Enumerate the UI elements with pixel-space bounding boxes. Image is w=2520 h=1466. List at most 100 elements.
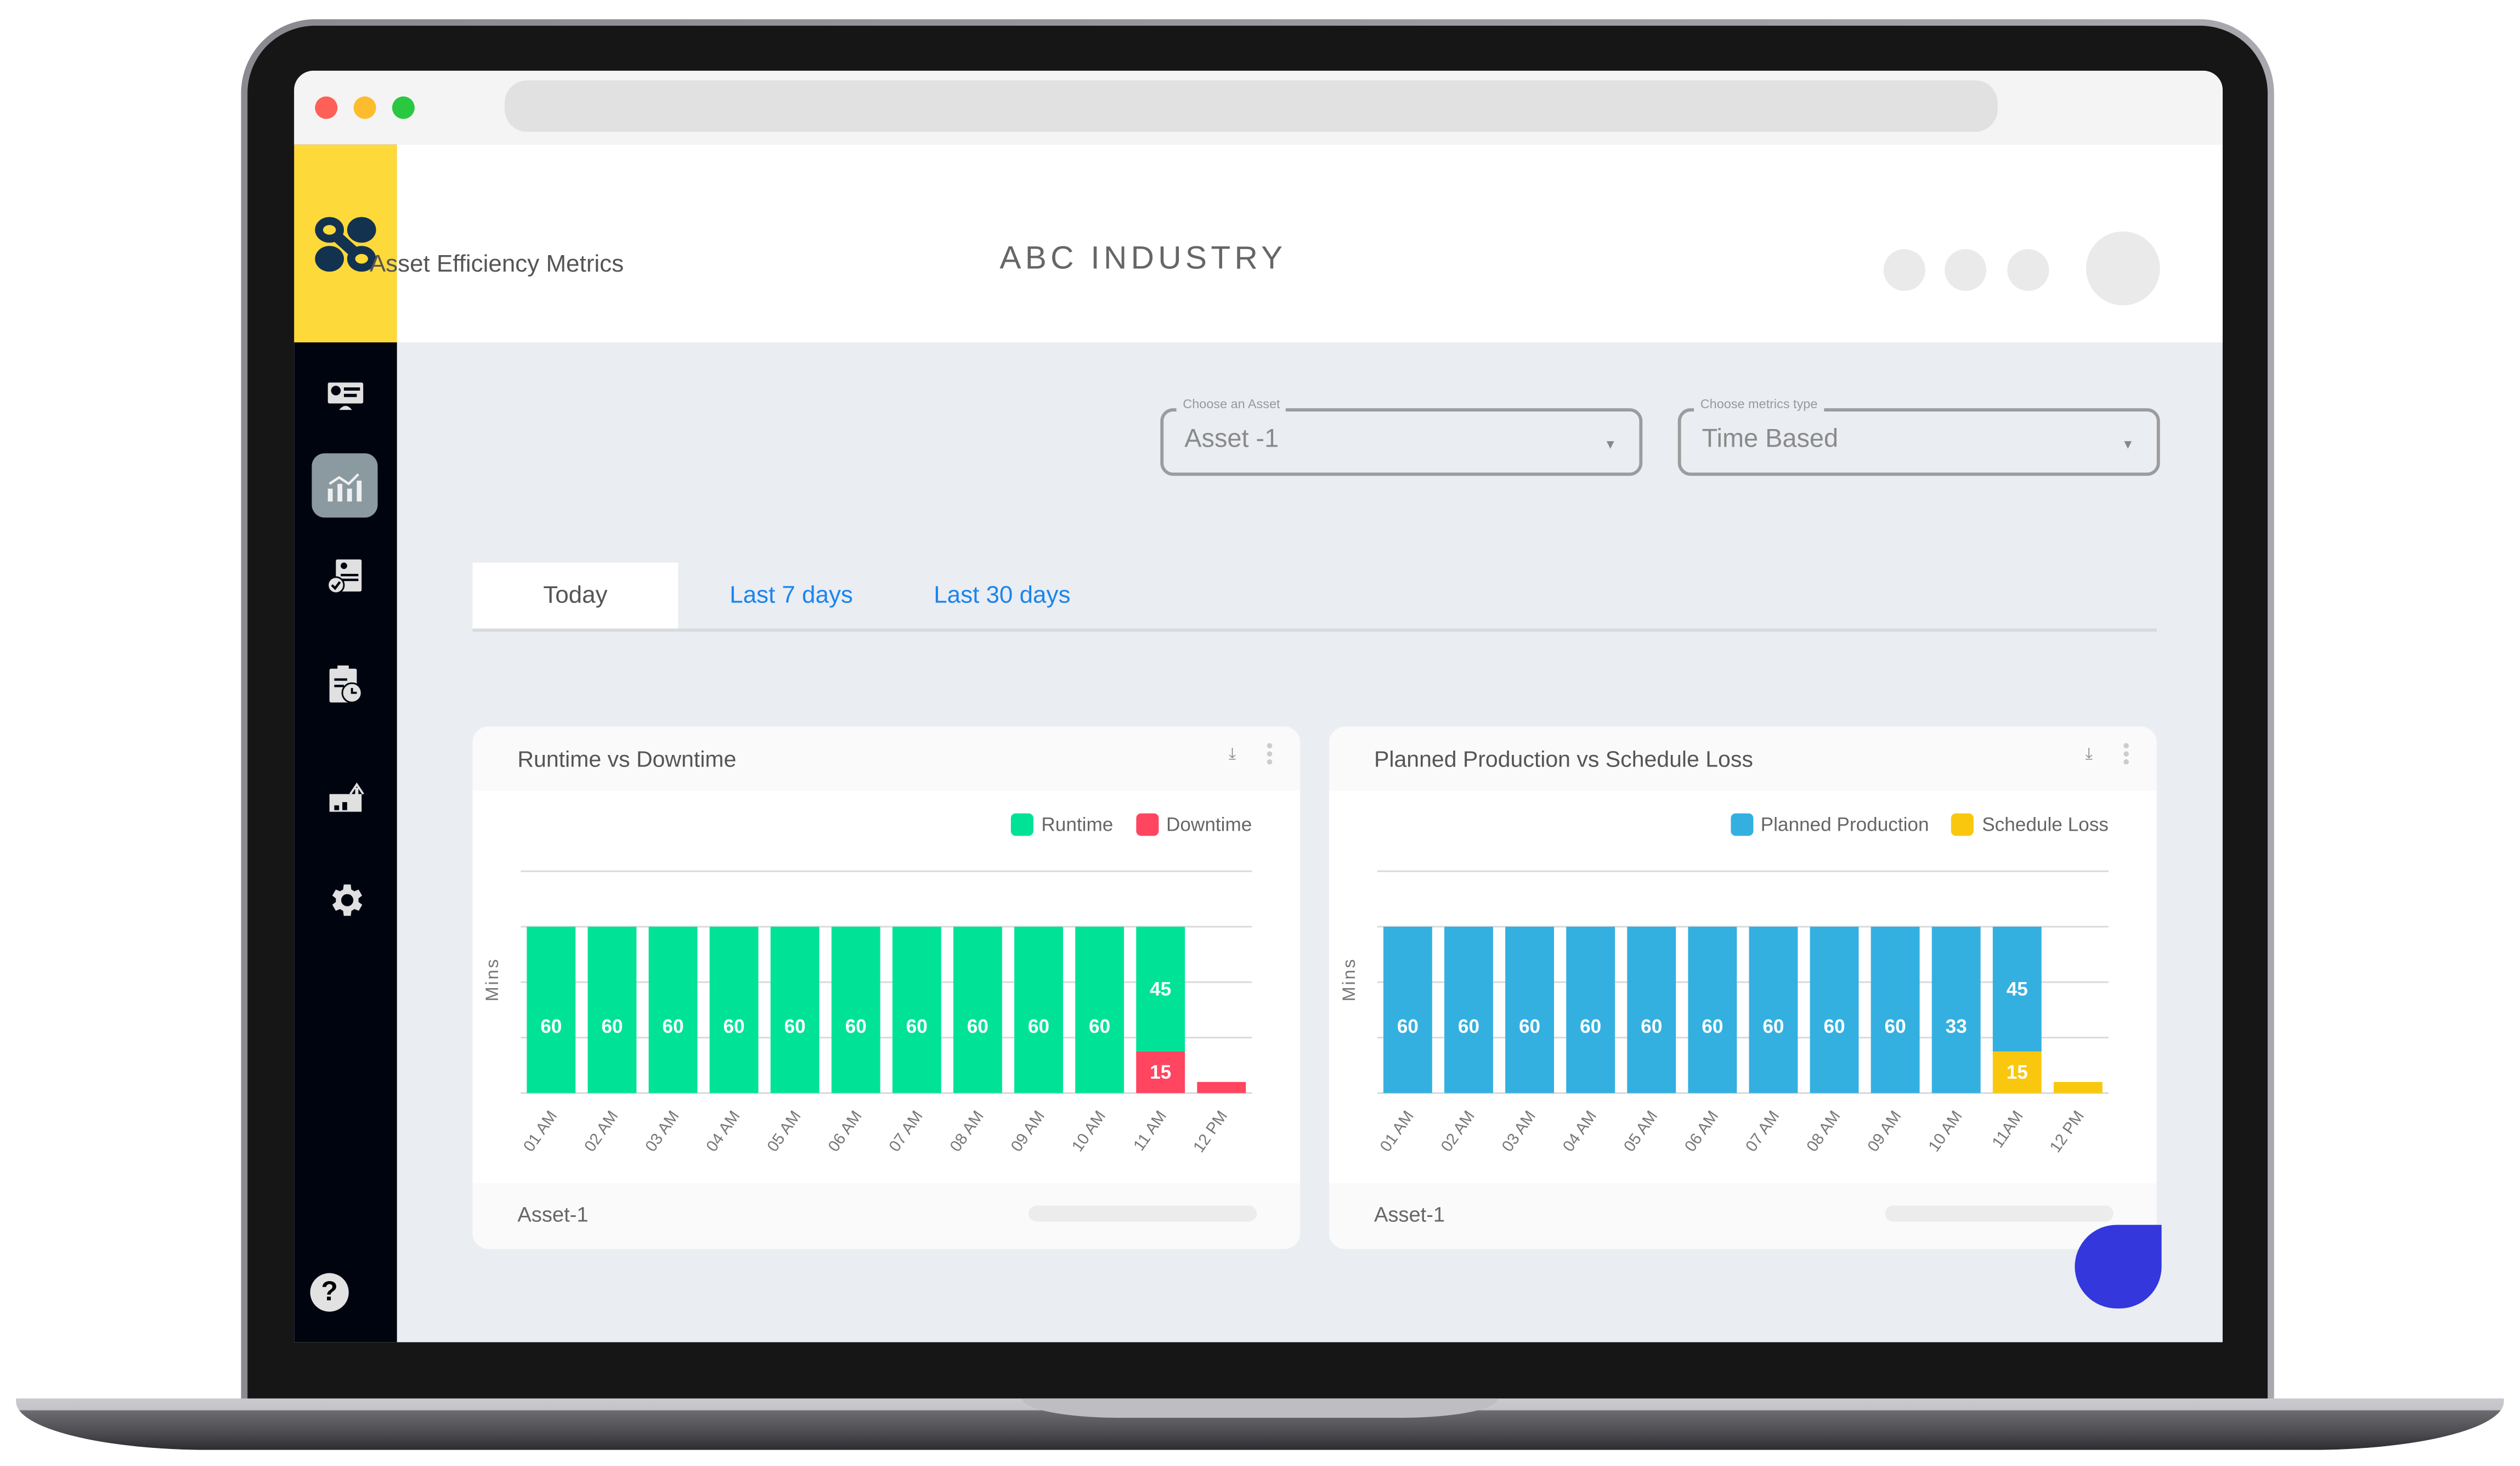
x-tick-label: 05 AM [1620, 1107, 1662, 1155]
sidebar-item-dashboard[interactable] [312, 363, 377, 427]
help-icon[interactable]: ? [310, 1273, 349, 1312]
bar-segment [587, 927, 637, 1093]
sidebar-item-reports[interactable] [312, 545, 377, 609]
close-window-button[interactable] [315, 96, 338, 119]
bar-segment [1383, 927, 1432, 1093]
bar-segment [1075, 927, 1125, 1093]
bar-segment [1566, 927, 1615, 1093]
page-title: Asset Efficiency Metrics [369, 251, 624, 278]
data-label: 60 [1580, 1016, 1601, 1038]
data-label: 60 [906, 1016, 928, 1038]
screen: ? Asset Efficiency Metrics ABC INDUSTRY … [294, 70, 2223, 1343]
data-label: 60 [1089, 1016, 1110, 1038]
download-icon[interactable]: ⤓ [2086, 746, 2093, 763]
report-check-icon [326, 559, 361, 594]
logo-icon [315, 216, 376, 271]
asset-select-value: Asset -1 [1184, 426, 1279, 454]
data-label: 15 [2007, 1062, 2028, 1083]
x-tick-label: 04 AM [703, 1107, 744, 1155]
x-tick-label: 11 AM [1130, 1107, 1170, 1154]
dashboard-icon [327, 382, 363, 410]
tab-today[interactable]: Today [472, 562, 679, 629]
x-tick-label: 01 AM [1376, 1107, 1417, 1155]
header-action-3[interactable] [2007, 249, 2049, 291]
tab-last-30-days[interactable]: Last 30 days [934, 562, 1070, 628]
data-label: 60 [1519, 1016, 1540, 1038]
data-label: 60 [1885, 1016, 1906, 1038]
x-tick-label: 08 AM [946, 1107, 987, 1155]
more-options-icon[interactable]: • • • [2121, 736, 2131, 771]
growth-chart-icon [329, 782, 364, 812]
sidebar: ? [294, 144, 397, 1343]
card-header: Runtime vs Downtime ⤓ • • • [472, 726, 1301, 791]
x-tick-label: 06 AM [1681, 1107, 1722, 1155]
bar-segment [1688, 927, 1737, 1093]
x-tick-label: 10 AM [1925, 1107, 1966, 1155]
data-label: 60 [724, 1016, 745, 1038]
browser-bar [294, 70, 2223, 145]
bar-segment [892, 927, 941, 1093]
bar-segment [831, 927, 880, 1093]
download-icon[interactable]: ⤓ [1229, 746, 1236, 763]
bar-segment [648, 927, 698, 1093]
data-label: 60 [845, 1016, 867, 1038]
chevron-down-icon: ▼ [1604, 437, 1617, 452]
data-label: 60 [784, 1016, 806, 1038]
company-name: ABC INDUSTRY [999, 241, 1287, 277]
chat-fab-button[interactable] [2075, 1225, 2162, 1309]
bar-segment [1505, 927, 1554, 1093]
metrics-type-select[interactable]: Choose metrics type Time Based ▼ [1677, 397, 2160, 476]
avatar[interactable] [2086, 231, 2160, 306]
top-header [397, 144, 2223, 343]
x-tick-label: 09 AM [1007, 1107, 1048, 1155]
planned-production-card: Planned Production vs Schedule Loss ⤓ • •… [1329, 726, 2157, 1249]
bar-segment [953, 927, 1002, 1093]
card-title: Runtime vs Downtime [517, 746, 737, 772]
bar-segment [1871, 927, 1920, 1093]
y-axis-label: Mins [482, 958, 502, 1002]
x-tick-label: 02 AM [1437, 1107, 1478, 1155]
asset-select-label: Choose an Asset [1176, 397, 1287, 412]
schedule-clipboard-icon [329, 665, 362, 703]
sidebar-item-growth[interactable] [312, 765, 377, 830]
data-label: 60 [601, 1016, 623, 1038]
runtime-downtime-card: Runtime vs Downtime ⤓ • • • Runtime Downti… [472, 726, 1301, 1249]
x-tick-label: 12 PM [2046, 1107, 2088, 1155]
address-bar[interactable] [504, 80, 1998, 132]
header-action-2[interactable] [1945, 249, 1987, 291]
bar-segment [1749, 927, 1798, 1093]
more-options-icon[interactable]: • • • [1265, 736, 1275, 771]
metrics-type-value: Time Based [1702, 426, 1839, 454]
sidebar-item-schedule[interactable] [312, 652, 377, 717]
x-tick-label: 03 AM [642, 1107, 683, 1155]
card-footer: Asset-1 [472, 1183, 1301, 1249]
sidebar-item-analytics[interactable] [312, 453, 378, 518]
sidebar-item-settings[interactable] [312, 868, 377, 932]
minimize-window-button[interactable] [353, 96, 376, 119]
data-label: 60 [662, 1016, 683, 1038]
header-action-1[interactable] [1883, 249, 1925, 291]
x-tick-label: 06 AM [824, 1107, 866, 1155]
x-tick-label: 09 AM [1864, 1107, 1905, 1155]
data-label: 60 [967, 1016, 988, 1038]
bar-segment [1810, 927, 1859, 1093]
tab-last-7-days[interactable]: Last 7 days [730, 562, 853, 628]
planned-production-chart: Mins 60 01 AM 60 02 AM 60 03 AM 60 04 AM 60 05 AM 6… [1339, 870, 2109, 1156]
laptop-mockup: ? Asset Efficiency Metrics ABC INDUSTRY … [0, 0, 2520, 1466]
footer-placeholder-bar [1885, 1205, 2114, 1222]
maximize-window-button[interactable] [392, 96, 415, 119]
x-tick-label: 07 AM [885, 1107, 926, 1155]
card-title: Planned Production vs Schedule Loss [1374, 746, 1753, 772]
data-label: 33 [1946, 1016, 1967, 1038]
data-label: 60 [1823, 1016, 1845, 1038]
data-label: 45 [2007, 978, 2028, 1000]
data-label: 60 [1028, 1016, 1049, 1038]
bar-segment [1444, 927, 1493, 1093]
app-logo[interactable] [294, 144, 397, 343]
data-label: 60 [1641, 1016, 1662, 1038]
x-tick-label: 02 AM [581, 1107, 622, 1155]
asset-select[interactable]: Choose an Asset Asset -1 ▼ [1160, 397, 1643, 476]
footer-asset-label: Asset-1 [517, 1202, 589, 1227]
footer-placeholder-bar [1029, 1205, 1257, 1222]
x-tick-label: 12 PM [1190, 1107, 1231, 1155]
